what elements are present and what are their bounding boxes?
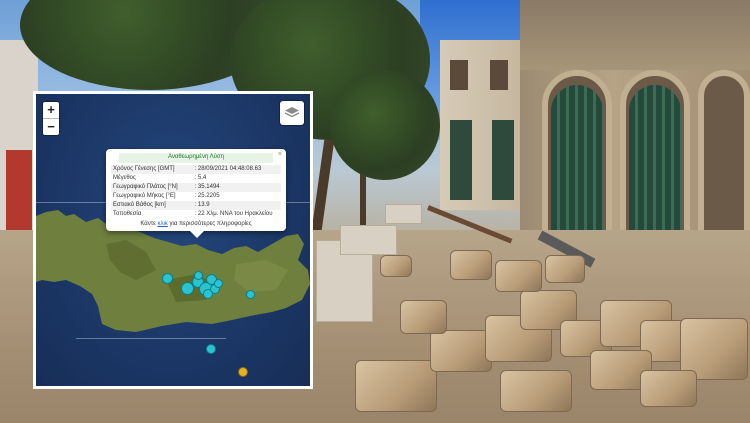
earthquake-info-popup: × Αναθεωρημένη Λύση Χρόνος Γένεσης [GMT]…: [106, 149, 286, 238]
longitude-label: Γεωγραφικό Μήκος [°E]: [113, 193, 176, 199]
latitude-value: : 35.1494: [192, 183, 281, 192]
layers-button[interactable]: [280, 101, 304, 125]
depth-value: : 13.9: [192, 201, 281, 210]
location-value: : 22 Χλμ. ΝΝΑ του Ηρακλείου: [194, 211, 273, 217]
earthquake-marker[interactable]: [162, 273, 173, 284]
table-row: Τοποθεσία : 22 Χλμ. ΝΝΑ του Ηρακλείου: [111, 210, 281, 219]
popup-close-button[interactable]: ×: [278, 151, 282, 158]
earthquake-map[interactable]: + − × Αναθεωρημένη Λύση Χρόνος Γένεσης […: [33, 91, 313, 389]
location-label: Τοποθεσία: [113, 211, 142, 217]
earthquake-marker[interactable]: [194, 271, 203, 280]
earthquake-marker[interactable]: [206, 344, 216, 354]
table-row: Γεωγραφικό Πλάτος [°N] : 35.1494: [111, 183, 281, 192]
magnitude-value: : 5.4: [194, 175, 207, 181]
more-info-text: Κάντε κλικ για περισσότερες πληροφορίες: [111, 221, 281, 227]
origin-time-value: : 28/09/2021 04:48:08.63: [192, 165, 281, 174]
earthquake-marker[interactable]: [246, 290, 255, 299]
layers-icon: [285, 107, 299, 118]
more-info-prefix: Κάντε: [140, 221, 158, 227]
depth-label: Εστιακό Βάθος [km]: [111, 201, 193, 210]
table-row: Μέγεθος : 5.4: [111, 174, 281, 183]
origin-time-label: Χρόνος Γένεσης [GMT]: [111, 165, 193, 174]
earthquake-marker[interactable]: [214, 279, 223, 288]
popup-title: Αναθεωρημένη Λύση: [119, 153, 273, 163]
zoom-control: + −: [43, 102, 59, 135]
table-row: Γεωγραφικό Μήκος [°E] : 25.2205: [111, 192, 281, 201]
table-row: Εστιακό Βάθος [km] : 13.9: [111, 201, 281, 210]
zoom-out-button[interactable]: −: [43, 118, 59, 135]
crete-landmass: [36, 210, 310, 332]
more-info-suffix: για περισσότερες πληροφορίες: [167, 221, 252, 227]
zoom-in-button[interactable]: +: [43, 102, 59, 118]
earthquake-marker-older[interactable]: [238, 367, 248, 377]
latitude-label: Γεωγραφικό Πλάτος [°N]: [111, 183, 193, 192]
magnitude-label: Μέγεθος: [113, 175, 136, 181]
building-middle: [440, 40, 530, 210]
table-row: Χρόνος Γένεσης [GMT] : 28/09/2021 04:48:…: [111, 165, 281, 174]
more-info-link[interactable]: κλικ: [157, 221, 167, 227]
longitude-value: : 25.2205: [194, 193, 220, 199]
earthquake-marker[interactable]: [203, 289, 213, 299]
earthquake-details-table: Χρόνος Γένεσης [GMT] : 28/09/2021 04:48:…: [111, 165, 281, 219]
